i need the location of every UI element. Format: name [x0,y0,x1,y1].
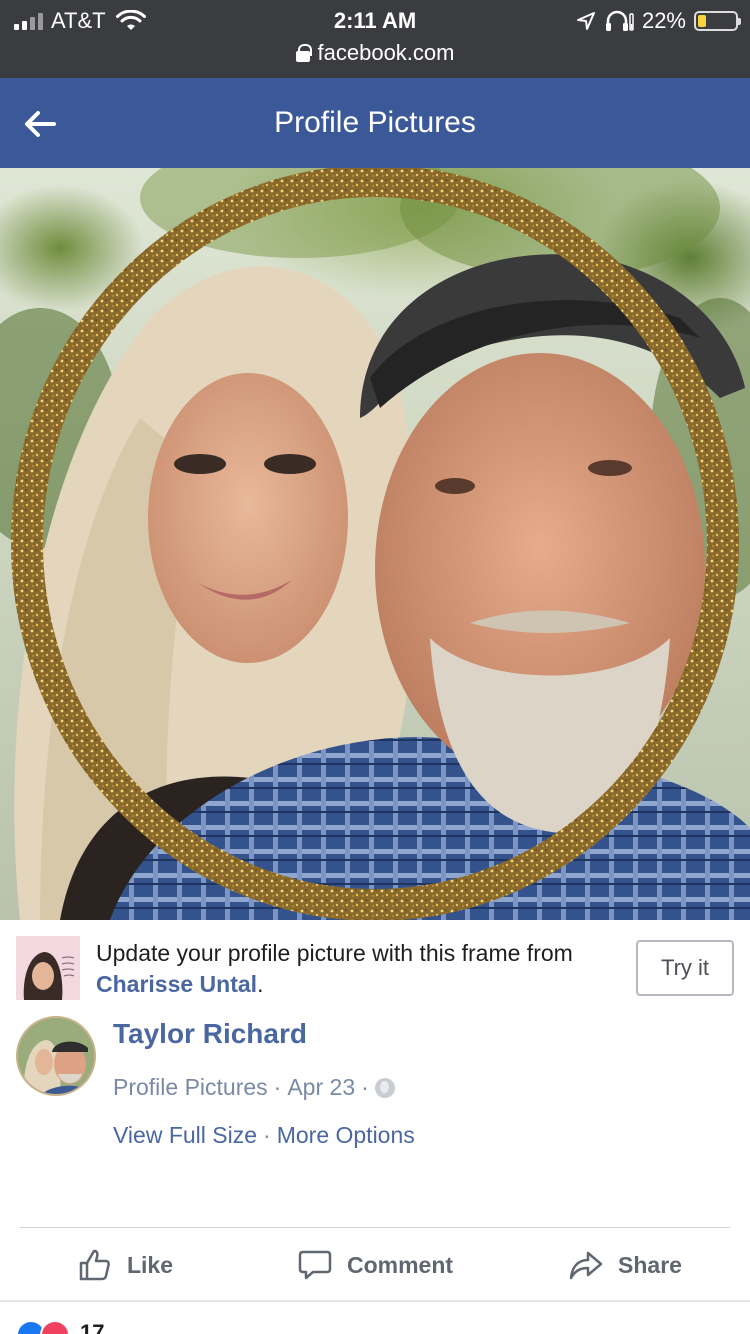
like-label: Like [126,1251,174,1278]
status-right: 22% [576,8,741,34]
reactions-summary[interactable]: 17 [16,1320,104,1334]
album-link[interactable]: Profile Pictures [113,1074,268,1101]
frame-promo-message: Update your profile picture with this fr… [96,940,573,966]
frame-thumbnail[interactable] [16,936,80,1000]
page-title: Profile Pictures [274,106,476,139]
more-options-link[interactable]: More Options [277,1122,415,1149]
location-arrow-icon [576,12,595,30]
status-bar: AT&T 2:11 AM 22% facebook.com [0,0,750,78]
action-bar: Like Comment Share [0,1236,750,1294]
avatar[interactable] [16,1016,96,1096]
frame-promo-banner: Update your profile picture with this fr… [16,936,734,1002]
frame-author-link[interactable]: Charisse Untal [96,971,257,997]
comment-bubble-icon [298,1250,332,1280]
meta-separator-2: · [361,1074,369,1100]
like-button[interactable]: Like [0,1236,250,1294]
photo-illustration [0,168,750,920]
battery-icon [694,11,741,31]
reaction-count: 17 [80,1320,105,1334]
frame-thumbnail-image [16,936,80,1000]
battery-percent: 22% [641,8,686,33]
divider [20,1227,730,1228]
divider-bottom [0,1300,750,1302]
headphones-icon [605,10,634,31]
share-arrow-icon [569,1251,603,1280]
poster-name[interactable]: Taylor Richard [113,1018,307,1050]
love-reaction-icon [40,1320,70,1334]
post-date[interactable]: Apr 23 [287,1074,355,1101]
comment-button[interactable]: Comment [250,1236,500,1294]
thumbs-up-icon [79,1249,110,1281]
profile-photo[interactable] [0,168,750,920]
photo-links: View Full Size · More Options [113,1122,415,1149]
avatar-image [18,1018,94,1094]
lock-icon [295,44,312,62]
top-nav-bar: Profile Pictures [0,78,750,168]
try-it-button[interactable]: Try it [636,940,734,996]
globe-icon [374,1077,395,1098]
view-full-size-link[interactable]: View Full Size [113,1122,257,1149]
post-meta: Profile Pictures · Apr 23 · [113,1074,395,1101]
frame-promo-text: Update your profile picture with this fr… [96,938,616,1000]
share-button[interactable]: Share [500,1236,750,1294]
frame-promo-punct: . [257,971,264,997]
meta-separator: · [273,1074,282,1100]
address-bar[interactable]: facebook.com [0,40,750,66]
battery-level [698,15,706,27]
link-separator: · [263,1122,271,1148]
url-text: facebook.com [317,40,455,65]
comment-label: Comment [346,1251,454,1278]
share-label: Share [618,1251,682,1278]
